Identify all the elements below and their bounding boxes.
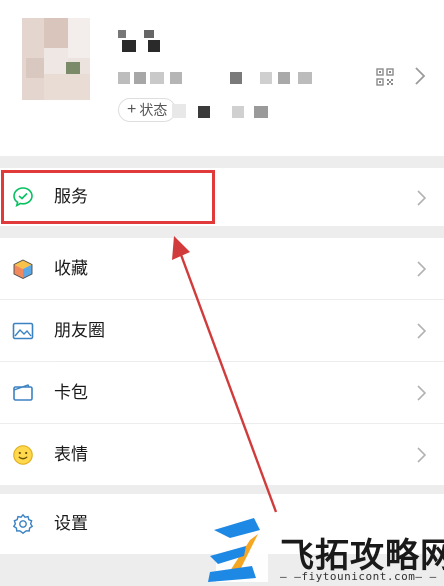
avatar-pixel [44,18,68,48]
status-mosaic [254,106,268,118]
avatar-pixel [44,74,90,100]
chevron-right-icon [417,385,426,401]
stickers-label: 表情 [54,445,88,464]
gear-icon [12,513,34,535]
watermark-logo [208,518,268,582]
menu-item-cards[interactable]: 卡包 [0,362,444,423]
cards-label: 卡包 [54,383,88,402]
image-icon [12,322,34,340]
status-mosaic [198,106,210,118]
wallet-icon [13,384,33,401]
moments-label: 朋友圈 [54,321,105,340]
watermark: 飞拓攻略网 — —fiytounicont.com— — [200,506,444,586]
chevron-right-icon [417,190,426,206]
chevron-right-icon [415,67,426,85]
status-mosaic [172,104,186,118]
wechat-id-mosaic [118,70,318,86]
highlight-box [1,170,215,224]
avatar-pixel [68,18,90,58]
avatar-pixel [26,58,44,78]
status-label: 状态 [139,102,168,118]
qr-code-icon[interactable] [376,68,394,86]
status-mosaic [232,106,244,118]
smiley-icon [13,445,33,465]
chevron-right-icon [417,323,426,339]
watermark-url: — —fiytounicont.com— — [280,570,437,583]
settings-label: 设置 [54,514,88,533]
chevron-right-icon [417,261,426,277]
avatar[interactable] [22,18,90,100]
profile-header[interactable]: + 状态 [0,0,444,156]
menu-item-stickers[interactable]: 表情 [0,424,444,485]
chevron-right-icon [417,447,426,463]
menu-item-favorites[interactable]: 收藏 [0,238,444,299]
avatar-pixel [44,48,68,74]
add-status-button[interactable]: + 状态 [118,98,177,122]
favorites-label: 收藏 [54,259,88,278]
cube-icon [13,259,33,280]
plus-icon: + [127,101,137,118]
nickname-mosaic [118,30,168,52]
menu-item-moments[interactable]: 朋友圈 [0,300,444,361]
